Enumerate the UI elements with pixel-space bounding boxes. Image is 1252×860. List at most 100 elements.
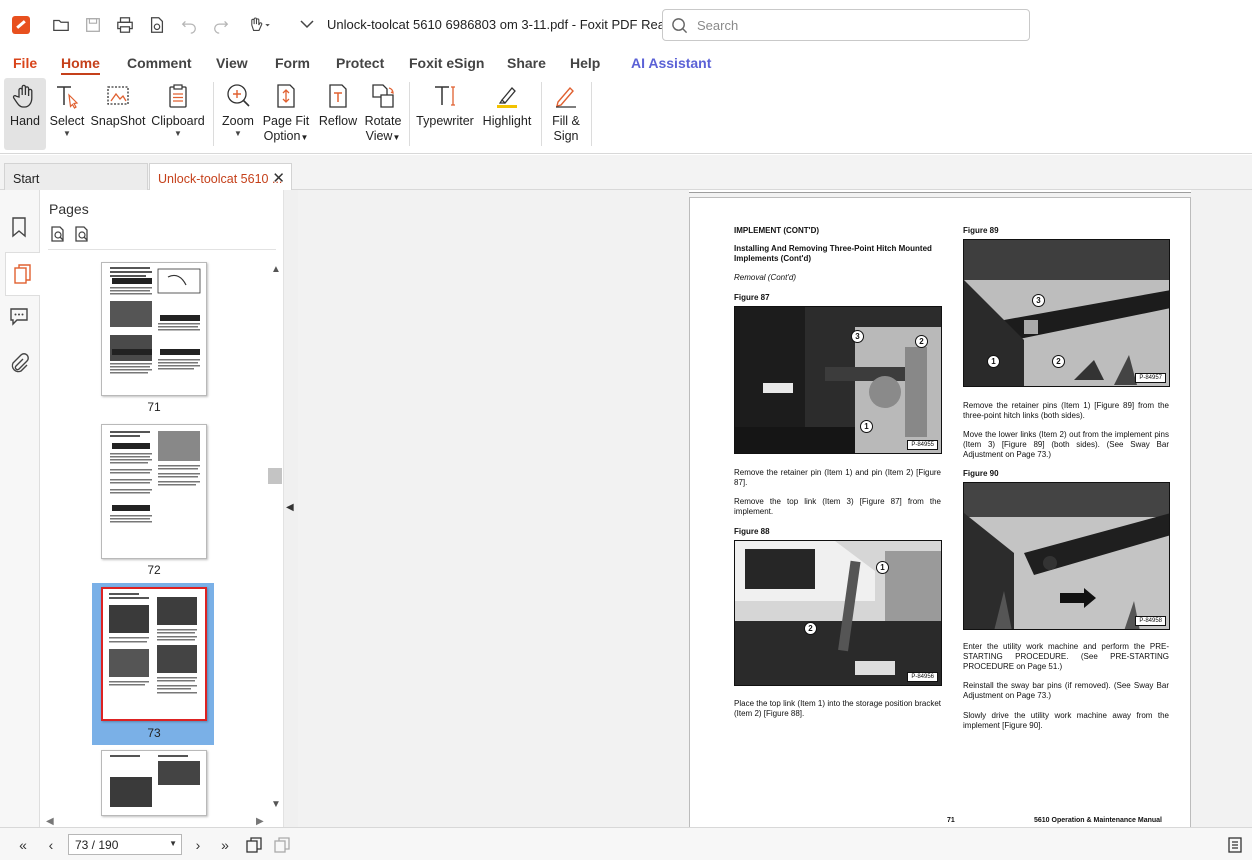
search-input[interactable] xyxy=(697,16,1017,34)
scroll-down-icon[interactable]: ▼ xyxy=(271,799,281,810)
scroll-right-icon[interactable]: ▶ xyxy=(256,816,264,827)
ribbon-divider xyxy=(409,82,410,146)
snapshot-button[interactable]: SnapShot xyxy=(91,78,145,150)
panel-divider xyxy=(48,249,276,250)
search-icon xyxy=(672,18,688,34)
menu-file[interactable]: File xyxy=(13,55,37,71)
paragraph-5: Move the lower links (Item 2) out from t… xyxy=(963,430,1169,459)
subsection-title: Removal (Cont'd) xyxy=(734,273,796,282)
page-number-field[interactable]: 73 / 190 ▼ xyxy=(68,834,182,855)
scroll-up-icon[interactable]: ▲ xyxy=(271,264,281,275)
clipboard-button[interactable]: Clipboard ▼ xyxy=(151,78,205,150)
customize-icon[interactable] xyxy=(298,15,316,33)
menu-view[interactable]: View xyxy=(216,55,248,71)
redo-icon[interactable] xyxy=(209,13,233,37)
page-header: IMPLEMENT (CONT'D) xyxy=(734,226,820,235)
chevron-down-icon: ▼ xyxy=(174,129,182,138)
thumbnail-label: 71 xyxy=(147,400,161,414)
paragraph-1: Remove the retainer pin (Item 1) and pin… xyxy=(734,468,941,487)
previous-view-icon[interactable] xyxy=(245,836,263,854)
menu-foxit-esign[interactable]: Foxit eSign xyxy=(409,55,484,71)
foxit-logo-icon xyxy=(12,16,30,34)
undo-icon[interactable] xyxy=(177,13,201,37)
rotate-view-button[interactable]: Rotate View▼ xyxy=(363,78,403,150)
page-options-icon[interactable] xyxy=(49,225,67,243)
first-page-icon[interactable]: « xyxy=(14,836,32,854)
callout-3: 3 xyxy=(1032,294,1045,307)
comments-icon[interactable] xyxy=(8,305,32,329)
page-thumbnail-71[interactable] xyxy=(101,262,207,396)
rotate-icon xyxy=(372,84,394,108)
paragraph-3: Place the top link (Item 1) into the sto… xyxy=(734,699,941,718)
figure-88-image: 1 2 P-84956 xyxy=(734,540,942,686)
menu-ai-assistant[interactable]: AI Assistant xyxy=(631,55,711,71)
pages-panel: Pages 71 72 73 xyxy=(40,190,284,827)
thumbnail-scrollbar[interactable]: ▲ ▼ xyxy=(268,262,282,814)
paragraph-2: Remove the top link (Item 3) [Figure 87]… xyxy=(734,497,941,516)
hand-tool-button[interactable]: Hand xyxy=(4,78,46,150)
hand-dropdown-icon[interactable] xyxy=(243,13,275,37)
figure-90-image: P-84958 xyxy=(963,482,1170,630)
print-icon[interactable] xyxy=(113,13,137,37)
paragraph-7: Reinstall the sway bar pins (if removed)… xyxy=(963,681,1169,700)
reflow-button[interactable]: Reflow xyxy=(318,78,358,150)
attachment-icon[interactable] xyxy=(8,352,32,376)
menu-protect[interactable]: Protect xyxy=(336,55,384,71)
page-layout-icon[interactable] xyxy=(1226,836,1244,854)
print-preview-icon[interactable] xyxy=(145,13,169,37)
figure-87-code: P-84955 xyxy=(907,440,938,450)
callout-2: 2 xyxy=(1052,355,1065,368)
page-thumbnail-73[interactable] xyxy=(101,587,207,721)
menu-bar: File Home Comment View Form Protect Foxi… xyxy=(0,50,1252,76)
save-icon[interactable] xyxy=(81,13,105,37)
bookmark-icon[interactable] xyxy=(8,216,32,240)
zoom-button[interactable]: Zoom ▼ xyxy=(221,78,255,150)
manual-title: 5610 Operation & Maintenance Manual xyxy=(1034,817,1162,824)
typewriter-button[interactable]: Typewriter xyxy=(416,78,474,150)
previous-page-icon[interactable]: ‹ xyxy=(42,836,60,854)
page-fit-icon xyxy=(277,84,295,108)
page-zoom-icon[interactable] xyxy=(73,225,91,243)
tab-document[interactable]: Unlock-toolcat 5610 ... ✕ xyxy=(149,163,292,191)
callout-2: 2 xyxy=(804,622,817,635)
menu-home[interactable]: Home xyxy=(61,55,100,75)
last-page-icon[interactable]: » xyxy=(216,836,234,854)
page-thumbnail-74[interactable] xyxy=(101,750,207,816)
close-icon[interactable]: ✕ xyxy=(272,169,285,187)
menu-comment[interactable]: Comment xyxy=(127,55,192,71)
panel-collapse-handle[interactable]: ◀ xyxy=(284,190,298,827)
page-thumbnail-72[interactable] xyxy=(101,424,207,559)
zoom-icon xyxy=(227,84,250,107)
next-view-icon[interactable] xyxy=(273,836,291,854)
select-tool-button[interactable]: Select ▼ xyxy=(50,78,84,150)
figure-89-image: 3 1 2 P-84957 xyxy=(963,239,1170,387)
highlight-button[interactable]: Highlight xyxy=(480,78,534,150)
scrollbar-thumb[interactable] xyxy=(268,468,282,484)
callout-1: 1 xyxy=(860,420,873,433)
search-box[interactable] xyxy=(662,9,1030,41)
menu-form[interactable]: Form xyxy=(275,55,310,71)
status-bar: « ‹ 73 / 190 ▼ › » xyxy=(0,827,1252,860)
callout-2: 2 xyxy=(915,335,928,348)
paragraph-8: Slowly drive the utility work machine aw… xyxy=(963,711,1169,730)
menu-help[interactable]: Help xyxy=(570,55,600,71)
figure-90-label: Figure 90 xyxy=(963,469,999,478)
pages-panel-icon[interactable] xyxy=(5,252,40,296)
next-page-icon[interactable]: › xyxy=(189,836,207,854)
open-folder-icon[interactable] xyxy=(49,13,73,37)
pdf-page: IMPLEMENT (CONT'D) Installing And Removi… xyxy=(689,197,1191,837)
figure-88-code: P-84956 xyxy=(907,672,938,682)
fill-sign-button[interactable]: Fill & Sign xyxy=(548,78,584,150)
hand-icon xyxy=(12,84,33,108)
tab-start[interactable]: Start xyxy=(4,163,148,190)
thumbnail-label: 73 xyxy=(147,726,161,740)
figure-89-code: P-84957 xyxy=(1135,373,1166,383)
paragraph-4: Remove the retainer pins (Item 1) [Figur… xyxy=(963,401,1169,420)
menu-share[interactable]: Share xyxy=(507,55,546,71)
callout-3: 3 xyxy=(851,330,864,343)
figure-87-label: Figure 87 xyxy=(734,293,770,302)
scroll-left-icon[interactable]: ◀ xyxy=(46,816,54,827)
ribbon-divider xyxy=(213,82,214,146)
figure-90-code: P-84958 xyxy=(1135,616,1166,626)
page-fit-option-button[interactable]: Page Fit Option▼ xyxy=(262,78,310,150)
